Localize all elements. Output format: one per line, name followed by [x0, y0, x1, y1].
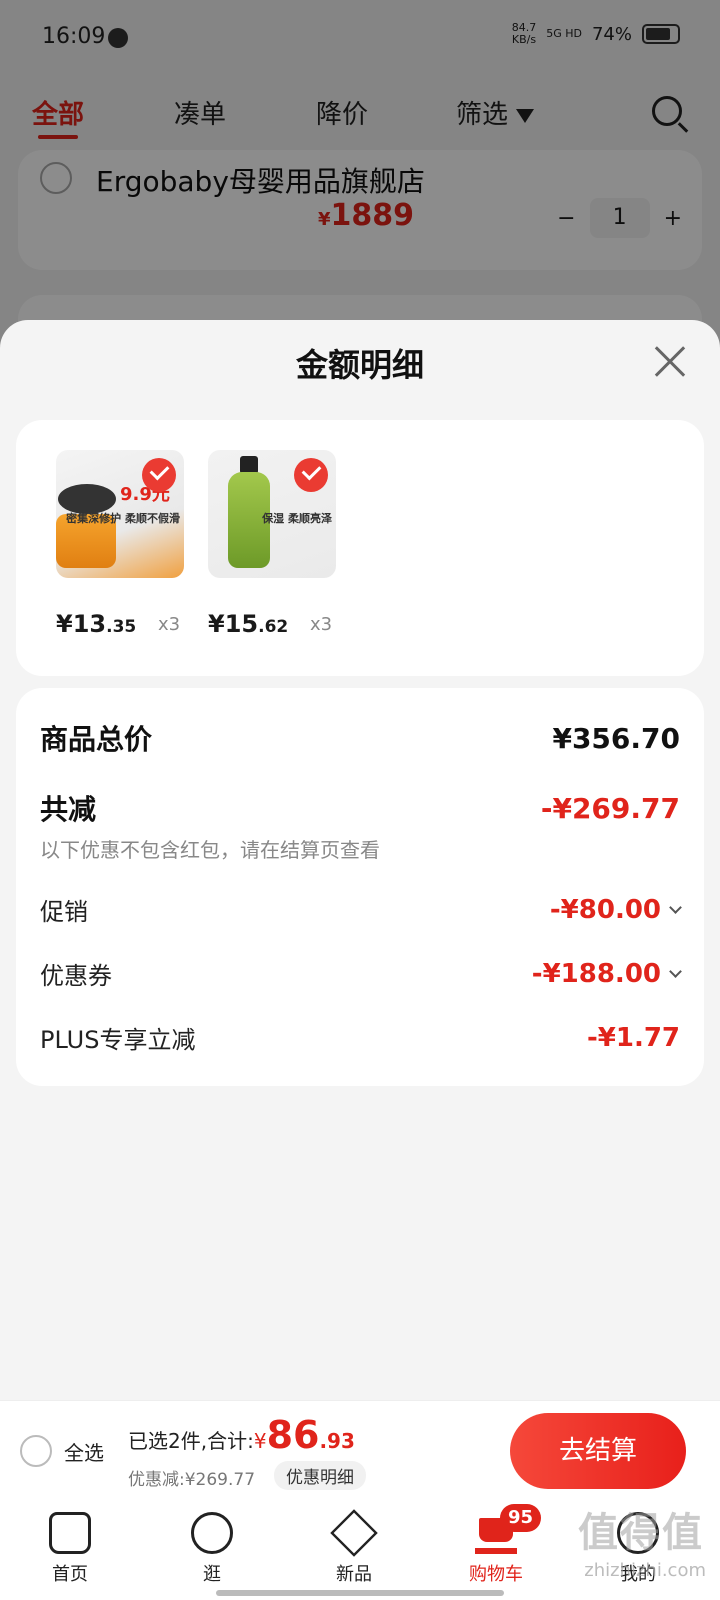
chevron-down-icon[interactable] — [669, 900, 682, 914]
promotion-row[interactable]: 促销 -¥80.00 — [40, 892, 682, 927]
checkout-button[interactable]: 去结算 — [510, 1413, 686, 1489]
nav-new[interactable]: 新品 — [304, 1509, 404, 1586]
coupon-label: 优惠券 — [40, 962, 112, 990]
nav-new-label: 新品 — [336, 1564, 372, 1585]
promotion-label: 促销 — [40, 898, 88, 926]
selected-count-text: 已选2件,合计: — [128, 1429, 254, 1453]
home-icon — [49, 1512, 91, 1554]
nav-browse-label: 逛 — [203, 1564, 221, 1585]
cart-count-badge: 95 — [500, 1504, 542, 1532]
coupon-value-group: -¥188.00 — [531, 958, 682, 989]
plus-discount-value: -¥1.77 — [586, 1022, 680, 1053]
coupon-row[interactable]: 优惠券 -¥188.00 — [40, 956, 682, 991]
box-icon — [330, 1509, 378, 1557]
home-indicator[interactable] — [216, 1590, 504, 1596]
item-price: ¥13.35 — [56, 610, 136, 638]
discount-detail-button[interactable]: 优惠明细 — [274, 1461, 366, 1490]
total-amount-dec: .93 — [319, 1429, 355, 1453]
total-price-row: 商品总价 ¥356.70 — [40, 718, 680, 758]
nav-home-label: 首页 — [52, 1564, 88, 1585]
list-item[interactable]: 9.9元 密集深修护 柔顺不假滑 ¥13.35 x3 — [56, 450, 186, 638]
select-all-label[interactable]: 全选 — [64, 1437, 104, 1466]
total-amount-int: 86 — [266, 1413, 320, 1457]
thumbnail-tagline: 密集深修护 柔顺不假滑 — [66, 512, 180, 525]
total-price-label: 商品总价 — [40, 723, 153, 756]
plus-discount-label: PLUS专享立减 — [40, 1026, 196, 1054]
list-item[interactable]: 保湿 柔顺亮泽 ¥15.62 x3 — [208, 450, 338, 638]
plus-discount-row: PLUS专享立减 -¥1.77 — [40, 1020, 680, 1055]
item-price-symbol: ¥ — [208, 610, 225, 638]
item-quantity: x3 — [310, 614, 333, 635]
item-price-dec: .62 — [258, 617, 289, 637]
item-price: ¥15.62 — [208, 610, 288, 638]
item-price-int: 13 — [72, 610, 107, 638]
product-thumbnail[interactable]: 保湿 柔顺亮泽 — [208, 450, 336, 578]
promotion-value-group: -¥80.00 — [549, 894, 682, 925]
item-price-dec: .35 — [106, 617, 137, 637]
total-yen: ¥ — [253, 1429, 267, 1453]
promotion-value: -¥80.00 — [549, 894, 661, 925]
close-icon[interactable] — [650, 342, 690, 382]
watermark-site: zhizhizhi.com — [584, 1560, 706, 1581]
thumbnail-tagline: 保湿 柔顺亮泽 — [262, 512, 332, 525]
nav-cart-label: 购物车 — [469, 1564, 523, 1585]
sheet-title: 金额明细 — [295, 346, 424, 384]
total-reduction-row: 共减 -¥269.77 — [40, 788, 680, 828]
nav-browse[interactable]: 逛 — [162, 1512, 262, 1586]
price-summary-card: 商品总价 ¥356.70 共减 -¥269.77 以下优惠不包含红包，请在结算页… — [16, 688, 704, 1086]
watermark-logo: 值得值 — [578, 1510, 704, 1556]
jar-lid-shape — [58, 484, 116, 514]
total-reduction-label: 共减 — [40, 793, 97, 826]
selected-total: 已选2件,合计:¥86.93 — [128, 1413, 355, 1457]
reduction-note: 以下优惠不包含红包，请在结算页查看 — [40, 838, 380, 862]
coupon-value: -¥188.00 — [531, 958, 661, 989]
item-price-int: 15 — [224, 610, 259, 638]
chevron-down-icon[interactable] — [669, 964, 682, 978]
product-thumbnail[interactable]: 9.9元 密集深修护 柔顺不假滑 — [56, 450, 184, 578]
total-price-value: ¥356.70 — [552, 721, 680, 755]
item-quantity: x3 — [158, 614, 181, 635]
select-all-radio[interactable] — [20, 1435, 52, 1467]
checkout-bar: 全选 已选2件,合计:¥86.93 优惠减:¥269.77 优惠明细 去结算 — [0, 1400, 720, 1500]
check-icon — [294, 458, 328, 492]
selected-items-card: 9.9元 密集深修护 柔顺不假滑 ¥13.35 x3 保湿 柔顺亮泽 ¥15.6… — [16, 420, 704, 676]
nav-home[interactable]: 首页 — [20, 1512, 120, 1586]
item-price-symbol: ¥ — [56, 610, 73, 638]
check-icon — [142, 458, 176, 492]
total-reduction-value: -¥269.77 — [540, 791, 680, 825]
amount-detail-sheet: 金额明细 9.9元 密集深修护 柔顺不假滑 ¥13.35 x3 保湿 柔顺亮泽 … — [0, 320, 720, 1400]
browse-icon — [191, 1512, 233, 1554]
discount-summary: 优惠减:¥269.77 — [128, 1470, 256, 1490]
